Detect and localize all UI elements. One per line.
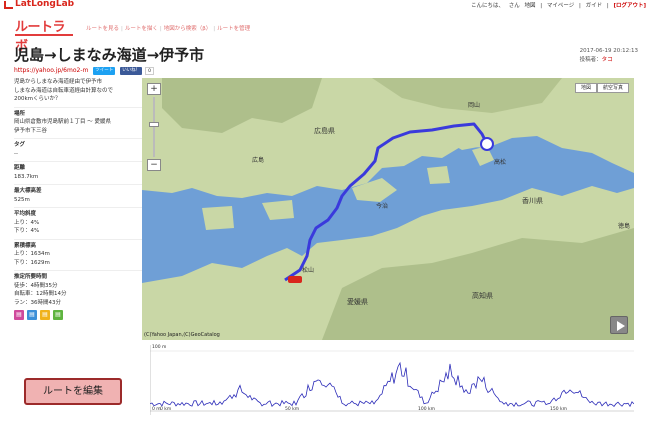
place-value: 岡山県倉敷市児島駅前１丁目 〜 愛媛県 (14, 119, 111, 125)
max-altitude-label: 最大標高差 (14, 184, 142, 196)
csv-icon[interactable]: ▤ (53, 310, 63, 320)
map-type-toggle: 地図 航空写真 (574, 83, 629, 93)
share-row: https://yahoo.jp/6mo2-m ツイート いいね！ 0 (14, 67, 154, 76)
map-canvas: 広島県 岡山 高松 香川県 愛媛県 高知県 松山 広島 今治 徳島 (142, 78, 634, 340)
route-meta: 2017-06-19 20:12:13 投稿者：タコ (580, 47, 638, 65)
header-link-map[interactable]: 地図 (524, 3, 535, 9)
time-walk: 徒歩：4時間35分 (14, 282, 58, 289)
routelab-logo[interactable]: ルートラボ (15, 18, 75, 54)
map-label: 高松 (494, 158, 506, 166)
greeting-text: こんにちは、 (470, 3, 504, 9)
map-label: 広島 (252, 156, 264, 164)
nav-draw-route[interactable]: ルートを描く (125, 26, 158, 32)
nav-map-search[interactable]: 地図から検索（β） (164, 26, 212, 32)
elevation-chart (149, 345, 635, 415)
map-type-aerial-button[interactable]: 航空写真 (596, 83, 629, 93)
cumulative-elevation-label: 累積標高 (14, 238, 142, 251)
map-label: 今治 (376, 202, 388, 210)
goal-marker-icon[interactable] (288, 276, 302, 283)
author-label: 投稿者： (579, 57, 602, 63)
edit-route-button[interactable]: ルートを編集 (24, 378, 122, 405)
avg-grade-up: 上り：4% (14, 219, 40, 226)
zoom-control: + − (147, 83, 161, 171)
user-name: さん (508, 3, 520, 9)
map-label: 岡山 (468, 101, 480, 109)
place-label: 場所 (14, 106, 142, 119)
header-link-guide[interactable]: ガイド (586, 3, 603, 9)
zoom-slider[interactable] (149, 97, 159, 157)
nav-manage-routes[interactable]: ルートを管理 (217, 26, 250, 32)
estimated-time-label: 推定所要時間 (14, 270, 142, 282)
zoom-out-button[interactable]: − (147, 159, 161, 171)
place-value: 伊予市下三谷 (14, 127, 48, 134)
main-nav: ルートを見る | ルートを描く | 地図から検索（β） | ルートを管理 (86, 26, 251, 32)
latlonglab-logo[interactable]: LatLongLab (15, 0, 74, 9)
distance-label: 距離 (14, 161, 142, 173)
avg-grade-label: 平均斜度 (14, 207, 142, 219)
page-title: 児島→しまなみ海道→伊予市 (14, 46, 205, 64)
map-label: 松山 (302, 266, 314, 274)
description-line: しまなみ海道は自転車道経由計算なので (14, 87, 114, 94)
avg-grade-down: 下り：4% (14, 228, 40, 234)
map-label: 広島県 (314, 126, 335, 135)
distance-value: 183.7km (14, 173, 39, 180)
facebook-like-button[interactable]: いいね！ (120, 67, 143, 75)
map-type-map-button[interactable]: 地図 (574, 83, 597, 93)
brand-bar: LatLongLab こんにちは、 さん 地図 | マイページ | ガイド | … (0, 0, 650, 9)
export-icons: ▤ ▤ ▤ ▤ (14, 310, 142, 320)
tags-label: タグ (14, 138, 142, 150)
map-label: 愛媛県 (347, 297, 368, 306)
zoom-slider-handle[interactable] (149, 122, 159, 127)
description-line: 児島からしまなみ海道経由で伊予市 (14, 79, 103, 85)
map-label: 香川県 (522, 196, 543, 205)
start-marker-icon[interactable] (480, 137, 494, 151)
time-bike: 自転車：12時間14分 (14, 291, 67, 297)
short-url-link[interactable]: https://yahoo.jp/6mo2-m (14, 67, 88, 74)
tags-value: -- (14, 150, 18, 157)
elevation-x-label: 50 km (285, 407, 300, 412)
logout-link[interactable]: [ログアウト] (613, 3, 646, 9)
elevation-y-top: 100 m (152, 345, 167, 350)
elevation-profile[interactable]: 100 m 0 m 0 km 50 km 100 km 150 km (149, 345, 635, 415)
map-label: 徳島 (618, 222, 630, 230)
gpx-icon[interactable]: ▤ (27, 310, 37, 320)
map-label: 高知県 (472, 291, 493, 300)
author-link[interactable]: タコ (602, 57, 613, 63)
max-altitude-value: 525m (14, 196, 30, 203)
kml-icon[interactable]: ▤ (40, 310, 50, 320)
cumulative-down: 下り：1629m (14, 259, 50, 266)
map-credit: (C)Yahoo Japan,(C)GeoCatalog (144, 332, 220, 338)
zoom-in-button[interactable]: + (147, 83, 161, 95)
route-timestamp: 2017-06-19 20:12:13 (579, 48, 638, 54)
nav-view-routes[interactable]: ルートを見る (86, 26, 119, 32)
route-author: 投稿者：タコ (580, 56, 638, 65)
description-line: 200kmくらいか？ (14, 96, 61, 102)
elevation-x-label: 150 km (550, 407, 568, 412)
header-link-mypage[interactable]: マイページ (547, 3, 574, 9)
elevation-x-label: 100 km (418, 407, 436, 412)
elevation-x-label: 0 km (160, 407, 172, 412)
cumulative-up: 上り：1634m (14, 251, 50, 257)
tweet-button[interactable]: ツイート (93, 67, 116, 75)
play-route-button[interactable] (610, 316, 628, 334)
logo-underline (15, 34, 73, 36)
latlonglab-logo-icon (4, 1, 13, 9)
like-count: 0 (145, 67, 154, 75)
time-run: ラン：36時間43分 (14, 299, 61, 306)
pdf-icon[interactable]: ▤ (14, 310, 24, 320)
route-map[interactable]: 広島県 岡山 高松 香川県 愛媛県 高知県 松山 広島 今治 徳島 + − 地図… (142, 78, 634, 340)
route-details: 児島からしまなみ海道経由で伊予市 しまなみ海道は自転車道経由計算なので 200k… (14, 78, 142, 320)
header-user-area: こんにちは、 さん 地図 | マイページ | ガイド | [ログアウト] (470, 3, 646, 9)
